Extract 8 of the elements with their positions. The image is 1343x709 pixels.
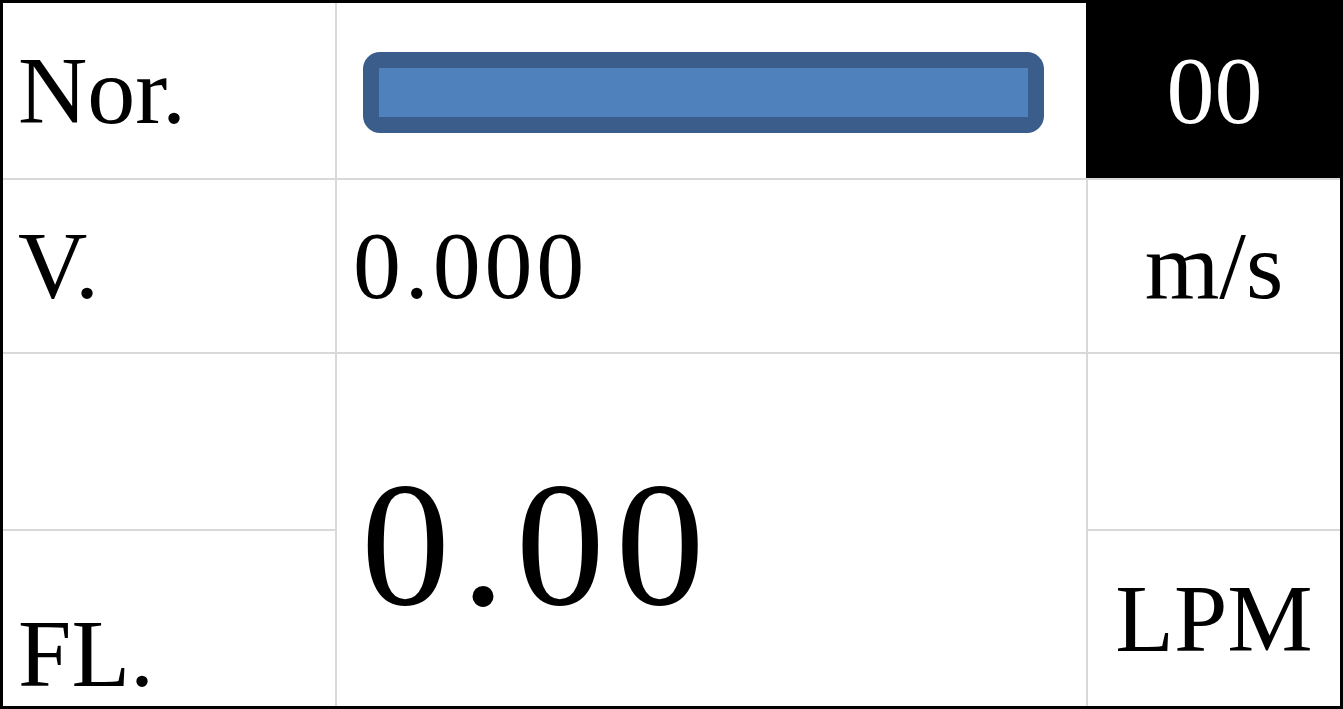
flow-label: FL. — [17, 606, 155, 702]
velocity-unit: m/s — [1144, 218, 1284, 314]
code-display: 00 — [1086, 3, 1340, 178]
flow-unit: LPM — [1115, 570, 1313, 667]
velocity-label: V. — [17, 218, 99, 314]
flow-value: 0.00 — [361, 455, 716, 633]
status-label: Nor. — [17, 42, 186, 139]
velocity-value: 0.000 — [352, 218, 589, 314]
